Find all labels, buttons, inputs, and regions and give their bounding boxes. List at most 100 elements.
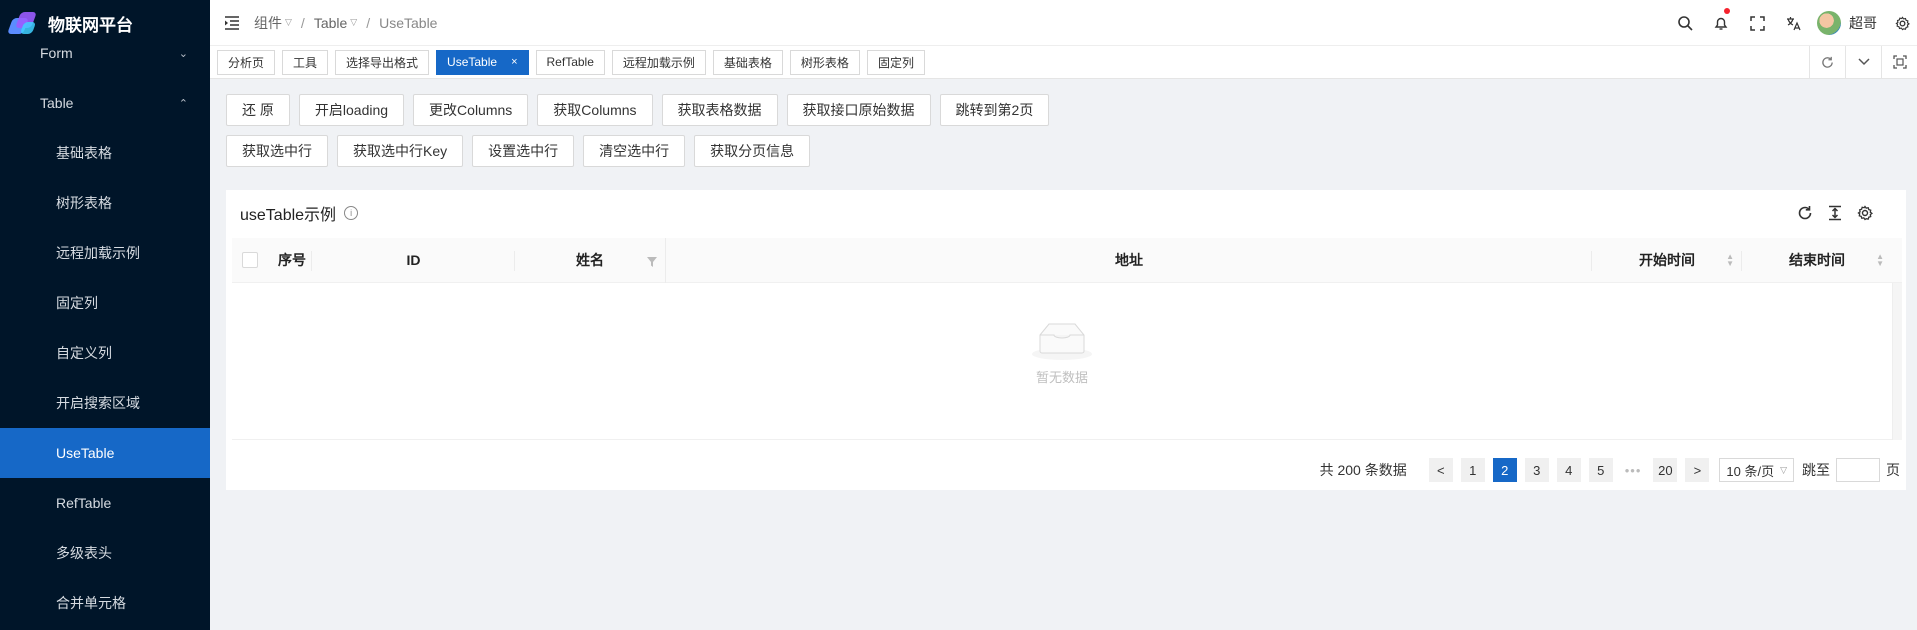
column-label: 开始时间 [1639, 252, 1695, 268]
sort-icon[interactable]: ▲ ▼ [1726, 252, 1734, 267]
sidebar-item-custom-column[interactable]: 自定义列 [0, 328, 210, 378]
settings-icon[interactable] [1887, 0, 1917, 46]
page-size-value: 10 条/页 [1726, 463, 1775, 479]
page-20[interactable]: 20 [1653, 458, 1678, 482]
breadcrumb-item[interactable]: Table [314, 15, 347, 31]
sidebar-item-basic-table[interactable]: 基础表格 [0, 128, 210, 178]
sidebar-item-merge-cells[interactable]: 合并单元格 [0, 578, 210, 628]
column-header-end-time[interactable]: 结束时间 ▲ ▼ [1742, 238, 1892, 283]
chevron-down-icon[interactable] [1845, 46, 1881, 78]
tab-usetable[interactable]: UseTable × [436, 49, 529, 75]
sidebar-item-multi-header[interactable]: 多级表头 [0, 528, 210, 578]
breadcrumb-item[interactable]: 组件 [254, 13, 282, 33]
refresh-icon[interactable] [1809, 46, 1845, 78]
chevron-down-icon: ▽ [350, 17, 358, 27]
get-selected-keys-button[interactable]: 获取选中行Key [337, 135, 464, 167]
get-raw-api-data-button[interactable]: 获取接口原始数据 [786, 94, 931, 126]
page-4[interactable]: 4 [1556, 458, 1581, 482]
close-icon[interactable]: × [511, 56, 517, 68]
tab-remote-load[interactable]: 远程加载示例 [611, 49, 706, 75]
vertical-scrollbar[interactable] [1892, 283, 1902, 440]
column-header-index: 序号 [262, 238, 312, 283]
sidebar-item-label: Form [40, 45, 73, 61]
tab-basic-table[interactable]: 基础表格 [712, 49, 783, 75]
jump-page-input[interactable] [1836, 458, 1880, 482]
tabs-bar: 分析页 工具 选择导出格式 UseTable × RefTable 远程加载示例… [210, 46, 1917, 79]
tab-reftable[interactable]: RefTable [535, 49, 605, 75]
fullscreen-icon[interactable] [1739, 0, 1775, 46]
avatar[interactable] [1817, 11, 1841, 35]
sidebar-item-reftable[interactable]: RefTable [0, 478, 210, 528]
tab-tools[interactable]: 工具 [282, 49, 329, 75]
column-header-name: 姓名 [515, 238, 665, 283]
settings-icon[interactable] [1850, 202, 1880, 224]
sidebar-item-label: Table [40, 95, 74, 111]
tab-label: 基础表格 [723, 55, 772, 70]
info-icon[interactable]: i [344, 206, 359, 220]
breadcrumb-separator: / [366, 14, 371, 31]
filter-icon[interactable] [647, 254, 657, 270]
notification-dot [1724, 8, 1730, 14]
empty-inbox-icon [1032, 323, 1092, 360]
reload-icon[interactable] [1790, 202, 1820, 224]
tab-export-format[interactable]: 选择导出格式 [335, 49, 430, 75]
get-table-data-button[interactable]: 获取表格数据 [661, 94, 778, 126]
clear-selected-rows-button[interactable]: 清空选中行 [583, 135, 686, 167]
tab-label: 固定列 [877, 55, 914, 70]
column-header-start-time[interactable]: 开始时间 ▲ ▼ [1592, 238, 1742, 283]
get-columns-button[interactable]: 获取Columns [537, 94, 653, 126]
column-height-icon[interactable] [1820, 202, 1850, 224]
top-header: 组件 ▽ / Table ▽ / UseTable 超哥 [210, 0, 1917, 46]
action-area: 还 原 开启loading 更改Columns 获取Columns 获取表格数据… [226, 94, 1906, 176]
sidebar-item-label: 基础表格 [56, 145, 112, 161]
set-selected-rows-button[interactable]: 设置选中行 [472, 135, 575, 167]
page-5[interactable]: 5 [1588, 458, 1613, 482]
change-columns-button[interactable]: 更改Columns [413, 94, 529, 126]
prev-page-button[interactable]: < [1428, 458, 1453, 482]
search-icon[interactable] [1667, 0, 1703, 46]
action-row-2: 获取选中行 获取选中行Key 设置选中行 清空选中行 获取分页信息 [226, 135, 1906, 167]
page-2[interactable]: 2 [1492, 458, 1517, 482]
sidebar-item-label: 合并单元格 [56, 595, 126, 611]
sidebar-item-tree-table[interactable]: 树形表格 [0, 178, 210, 228]
jump-page-2-button[interactable]: 跳转到第2页 [939, 94, 1050, 126]
page-1[interactable]: 1 [1460, 458, 1485, 482]
breadcrumb-separator: / [300, 14, 305, 31]
sidebar-item-table[interactable]: Table ⌃ [0, 78, 210, 128]
pagination-ellipsis[interactable]: ••• [1620, 458, 1646, 482]
sidebar-item-search-area[interactable]: 开启搜索区域 [0, 378, 210, 428]
sidebar-item-usetable[interactable]: UseTable [0, 428, 210, 478]
sidebar-item-fixed-column[interactable]: 固定列 [0, 278, 210, 328]
translate-icon[interactable] [1775, 0, 1811, 46]
sidebar-item-remote-load[interactable]: 远程加载示例 [0, 228, 210, 278]
breadcrumb: 组件 ▽ / Table ▽ / UseTable [254, 13, 437, 33]
tab-fixed-column[interactable]: 固定列 [866, 49, 925, 75]
select-all-checkbox[interactable] [242, 252, 258, 268]
app-logo-area[interactable]: 物联网平台 [0, 0, 210, 46]
column-label: 姓名 [576, 252, 604, 268]
maximize-icon[interactable] [1881, 46, 1917, 78]
page-size-select[interactable]: 10 条/页 ▽ [1719, 458, 1794, 482]
page-3[interactable]: 3 [1524, 458, 1549, 482]
sidebar-item-label: 树形表格 [56, 195, 112, 211]
enable-loading-button[interactable]: 开启loading [298, 94, 405, 126]
sort-icon[interactable]: ▲ ▼ [1876, 252, 1884, 267]
select-all-cell [232, 238, 262, 283]
empty-state: 暂无数据 [232, 319, 1892, 386]
table-title: useTable示例 [240, 207, 337, 224]
restore-button[interactable]: 还 原 [226, 94, 290, 126]
table-tools [1790, 202, 1880, 224]
get-pagination-info-button[interactable]: 获取分页信息 [694, 135, 811, 167]
sidebar-item-label: 远程加载示例 [56, 245, 140, 261]
next-page-button[interactable]: > [1685, 458, 1710, 482]
bell-icon[interactable] [1703, 0, 1739, 46]
chevron-down-icon: ⌄ [178, 47, 188, 60]
get-selected-rows-button[interactable]: 获取选中行 [226, 135, 328, 167]
column-label: 结束时间 [1789, 252, 1845, 268]
sidebar-item-label: 自定义列 [56, 345, 112, 361]
username[interactable]: 超哥 [1849, 13, 1877, 33]
tab-tree-table[interactable]: 树形表格 [789, 49, 860, 75]
breadcrumb-current: UseTable [379, 14, 438, 31]
tab-analysis[interactable]: 分析页 [217, 49, 276, 75]
menu-fold-icon[interactable] [222, 13, 242, 33]
